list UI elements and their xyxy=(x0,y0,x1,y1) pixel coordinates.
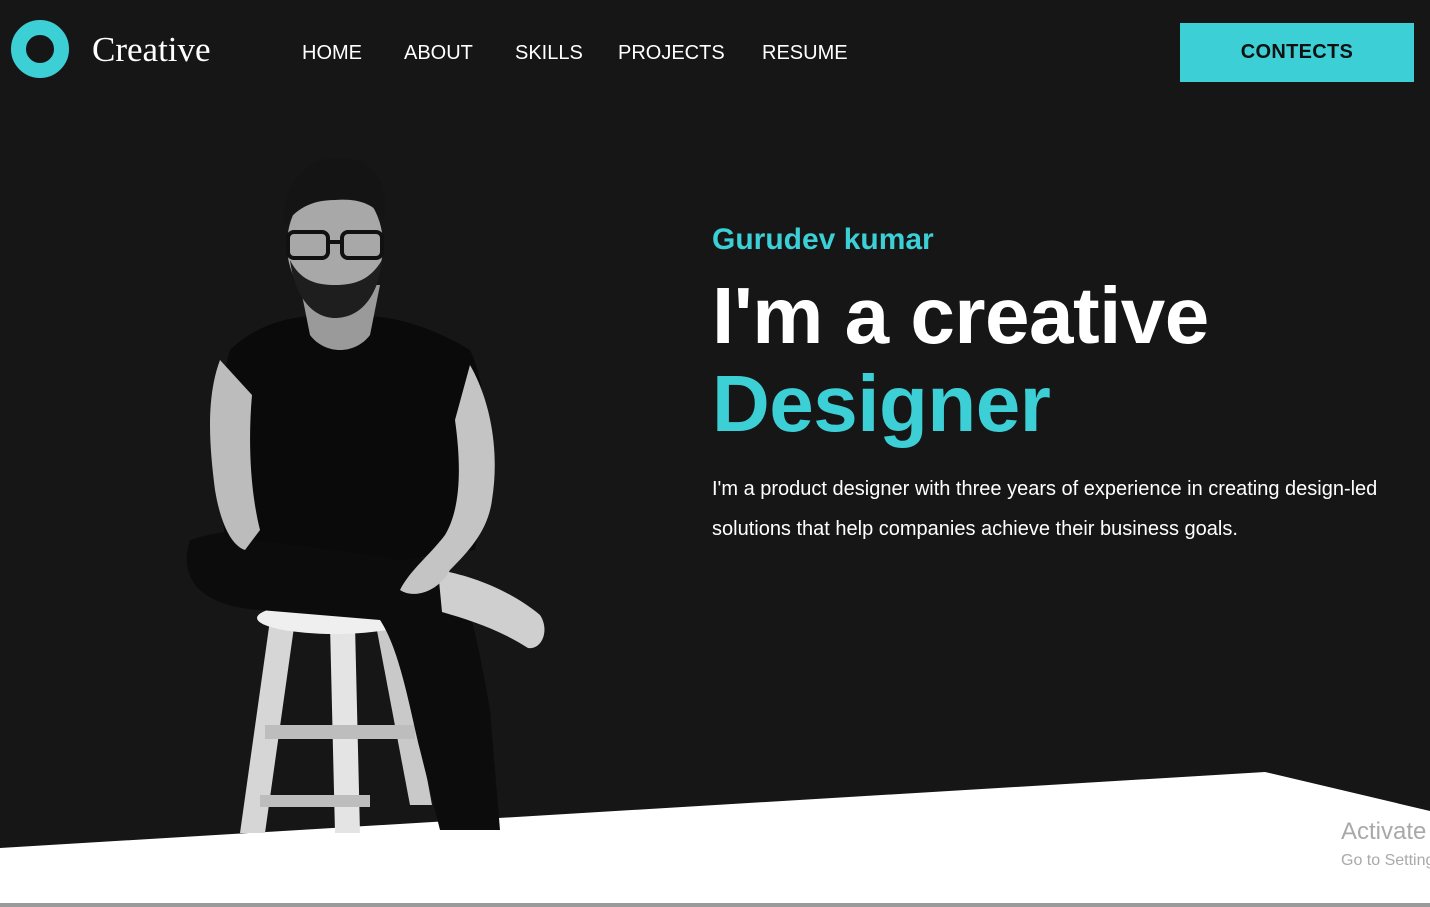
contacts-button[interactable]: CONTECTS xyxy=(1180,23,1414,82)
nav-link-about[interactable]: ABOUT xyxy=(404,40,473,66)
windows-activation-watermark: Activate Windows Go to Settings to activ… xyxy=(1341,816,1430,874)
designer-bio: I'm a product designer with three years … xyxy=(712,478,1378,540)
logo-ring-icon[interactable] xyxy=(11,20,69,78)
designer-name: Gurudev kumar xyxy=(712,223,934,256)
nav-link-projects[interactable]: PROJECTS xyxy=(618,40,725,66)
headline-accent: Designer xyxy=(712,359,1051,448)
watermark-subtitle: Go to Settings to activate Windows. xyxy=(1341,852,1430,869)
nav-link-resume[interactable]: RESUME xyxy=(762,40,848,66)
bottom-divider xyxy=(0,903,1430,907)
brand-logo-text[interactable]: Creative xyxy=(92,28,211,72)
watermark-title: Activate Windows xyxy=(1341,818,1430,845)
designer-portrait-image xyxy=(186,157,545,833)
headline-primary: I'm a creative xyxy=(712,271,1209,360)
nav-link-skills[interactable]: SKILLS xyxy=(515,40,583,66)
nav-link-home[interactable]: HOME xyxy=(302,40,362,66)
